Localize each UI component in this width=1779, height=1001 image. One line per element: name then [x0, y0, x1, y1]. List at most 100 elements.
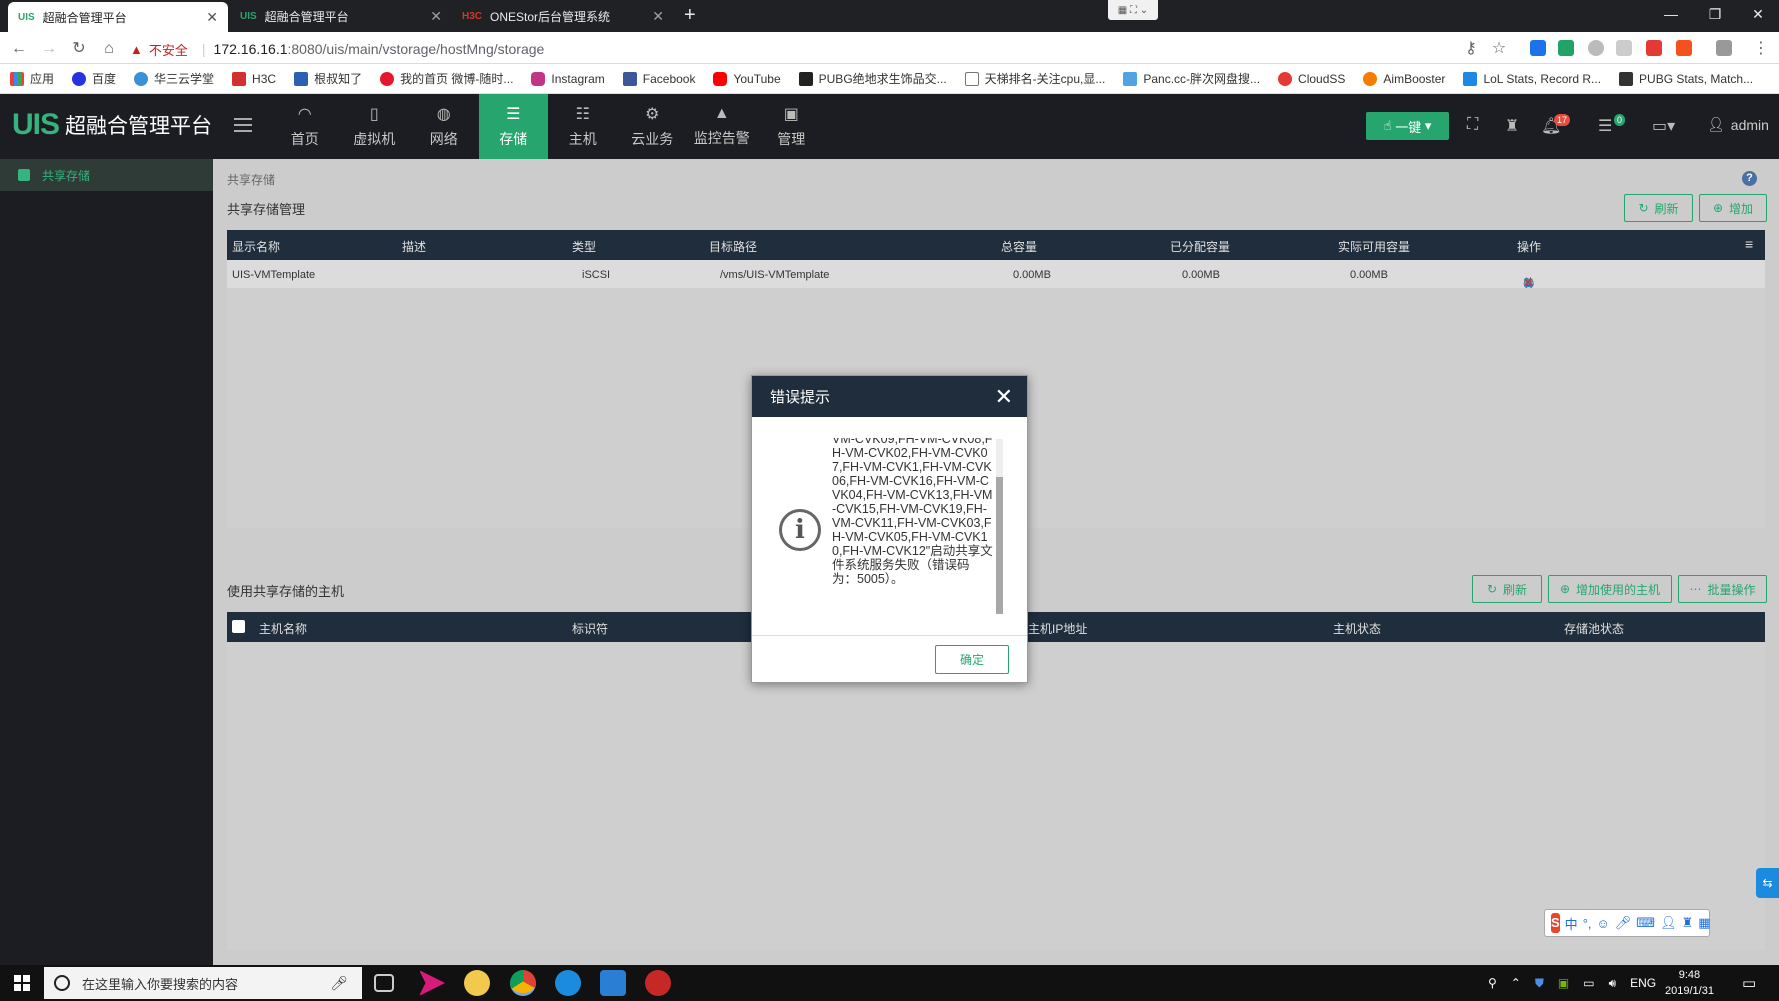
task-list-icon[interactable]: ☰	[1598, 116, 1612, 136]
select-all-checkbox[interactable]	[232, 620, 245, 633]
table-row[interactable]: UIS-VMTemplate iSCSI /vms/UIS-VMTemplate…	[227, 260, 1765, 290]
nav-network[interactable]: ◍ 网络	[409, 94, 479, 159]
extension-icon[interactable]	[1588, 40, 1604, 56]
app-logo[interactable]: UIS 超融合管理平台	[12, 108, 212, 142]
nav-monitor[interactable]: ▲ 监控告警	[687, 94, 757, 159]
teamviewer-icon[interactable]	[555, 970, 581, 996]
key-icon[interactable]: ⚷	[1462, 40, 1480, 58]
keyboard-icon[interactable]: ⌨	[1636, 915, 1655, 931]
help-icon[interactable]: ?	[1742, 171, 1757, 186]
extension-icon[interactable]	[1616, 40, 1632, 56]
window-dropdown-icon[interactable]: ▭▾	[1652, 116, 1675, 136]
nav-cloud[interactable]: ⚙ 云业务	[618, 94, 688, 159]
onekey-button[interactable]: ☝ 一键 ▾	[1366, 112, 1449, 140]
teamviewer-side-icon[interactable]: ⇆	[1756, 868, 1779, 898]
menu-dots-icon[interactable]: ⋮	[1752, 40, 1770, 58]
dialog-close-icon[interactable]: ✕	[995, 384, 1013, 410]
bookmark-instagram[interactable]: Instagram	[531, 71, 605, 86]
minimize-icon[interactable]: —	[1648, 0, 1694, 28]
home-icon[interactable]: ⌂	[100, 40, 118, 58]
taskbar-clock[interactable]: 9:48 2019/1/31	[1665, 967, 1714, 999]
browser-tab-3[interactable]: H3C ONEStor后台管理系统 ✕	[452, 0, 674, 32]
extension-icon[interactable]	[1716, 40, 1732, 56]
browser-tab-1[interactable]: UIS 超融合管理平台 ✕	[8, 2, 228, 32]
scrollbar-thumb[interactable]	[996, 477, 1003, 614]
app-globe-icon[interactable]	[464, 970, 490, 996]
emoji-icon[interactable]: ☺	[1597, 916, 1610, 931]
restore-icon[interactable]: ❐	[1692, 0, 1738, 28]
back-icon[interactable]: ←	[10, 40, 28, 58]
nav-storage[interactable]: ☰ 存储	[478, 94, 548, 165]
bookmark-pubg-stats[interactable]: PUBG Stats, Match...	[1619, 71, 1753, 86]
bookmark-youtube[interactable]: YouTube	[713, 71, 781, 86]
bookmark-apps[interactable]: 应用	[10, 70, 54, 87]
bookmark-lol-stats[interactable]: LoL Stats, Record R...	[1463, 71, 1601, 86]
fullscreen-icon[interactable]: ⛶	[1467, 116, 1478, 134]
punctuation-icon[interactable]: °,	[1583, 916, 1592, 931]
bookmark-aimbooster[interactable]: AimBooster	[1363, 71, 1445, 86]
skin-icon[interactable]: ♜	[1682, 915, 1694, 931]
extension-icon[interactable]	[1530, 40, 1546, 56]
refresh-hosts-button[interactable]: ↻ 刷新	[1472, 575, 1542, 603]
shirt-icon[interactable]: ♜	[1505, 116, 1519, 136]
column-header[interactable]: 实际可用容量	[1338, 238, 1410, 255]
mic-icon[interactable]: 🎤︎	[1615, 915, 1632, 931]
column-header[interactable]: 目标路径	[709, 238, 757, 255]
extension-icon[interactable]	[1646, 40, 1662, 56]
bookmark-panc[interactable]: Panc.cc-胖次网盘搜...	[1123, 70, 1260, 87]
tab-close-icon[interactable]: ✕	[206, 9, 218, 26]
bookmark-h3c-school[interactable]: 华三云学堂	[134, 70, 214, 87]
window-close-icon[interactable]: ✕	[1735, 0, 1779, 28]
grid-icon[interactable]: ▦	[1698, 915, 1710, 931]
chrome-icon[interactable]	[510, 970, 536, 996]
column-header[interactable]: 存储池状态	[1564, 620, 1624, 637]
column-header[interactable]: 类型	[572, 238, 596, 255]
new-tab-icon[interactable]: +	[684, 4, 696, 27]
column-header[interactable]: 标识符	[572, 620, 608, 637]
column-header[interactable]: 主机IP地址	[1028, 620, 1087, 637]
bookmark-weibo[interactable]: 我的首页 微博-随时...	[380, 70, 513, 87]
tab-close-icon[interactable]: ✕	[430, 8, 442, 25]
task-view-icon[interactable]	[374, 974, 394, 992]
nav-vm[interactable]: ▯ 虚拟机	[340, 94, 410, 159]
bookmark-h3c[interactable]: H3C	[232, 71, 276, 86]
bookmark-zhiliao[interactable]: 根叔知了	[294, 70, 362, 87]
ime-toolbar[interactable]: S 中 °, ☺ 🎤︎ ⌨ 👤︎ ♜ ▦	[1544, 909, 1711, 937]
add-storage-button[interactable]: ⊕ 增加	[1699, 194, 1767, 222]
mic-icon[interactable]: 🎤︎	[330, 975, 348, 992]
column-header[interactable]: 已分配容量	[1170, 238, 1230, 255]
volume-icon[interactable]: 🔊︎	[1609, 976, 1617, 991]
bookmark-baidu[interactable]: 百度	[72, 70, 116, 87]
user-menu[interactable]: 👤︎ admin	[1707, 116, 1769, 133]
shield-extension-icon[interactable]	[1558, 40, 1574, 56]
network-icon[interactable]: ▭	[1583, 976, 1594, 990]
extension-icon[interactable]	[1676, 40, 1692, 56]
column-menu-icon[interactable]: ≡	[1745, 236, 1753, 252]
app-snail-icon[interactable]	[645, 970, 671, 996]
taskbar-search[interactable]: 在这里输入你要搜索的内容 🎤︎	[44, 967, 362, 999]
bookmark-tianti[interactable]: 天梯排名-关注cpu,显...	[964, 70, 1105, 87]
vpn-icon[interactable]	[600, 970, 626, 996]
people-icon[interactable]: ⚲	[1488, 976, 1497, 990]
notification-icon[interactable]: ▭	[1742, 974, 1756, 992]
input-language[interactable]: ENG	[1630, 976, 1656, 990]
ime-language[interactable]: 中	[1565, 914, 1578, 933]
url-field[interactable]: ▲ 不安全 | 172.16.16.1 :8080/uis/main/vstor…	[130, 38, 1505, 60]
user-icon[interactable]: 👤︎	[1660, 915, 1677, 931]
message-scrollbar[interactable]	[996, 439, 1003, 614]
column-header[interactable]: 描述	[402, 238, 426, 255]
star-icon[interactable]: ☆	[1490, 40, 1508, 58]
reload-icon[interactable]: ↻	[70, 40, 88, 58]
bookmark-cloudss[interactable]: CloudSS	[1278, 71, 1345, 86]
nav-host[interactable]: ☷ 主机	[548, 94, 618, 159]
tray-expand-icon[interactable]: ⌃	[1511, 976, 1521, 990]
forward-icon[interactable]: →	[40, 40, 58, 58]
bookmark-pubg-items[interactable]: PUBG绝地求生饰品交...	[798, 70, 947, 87]
add-host-button[interactable]: ⊕ 增加使用的主机	[1548, 575, 1672, 603]
sidebar-item-shared-storage[interactable]: 共享存储	[0, 159, 213, 191]
column-header[interactable]: 显示名称	[232, 238, 280, 255]
nav-manage[interactable]: ▣ 管理	[757, 94, 827, 159]
column-header[interactable]: 主机名称	[259, 620, 307, 637]
browser-tab-2[interactable]: UIS 超融合管理平台 ✕	[230, 0, 452, 32]
refresh-button[interactable]: ↻ 刷新	[1624, 194, 1693, 222]
